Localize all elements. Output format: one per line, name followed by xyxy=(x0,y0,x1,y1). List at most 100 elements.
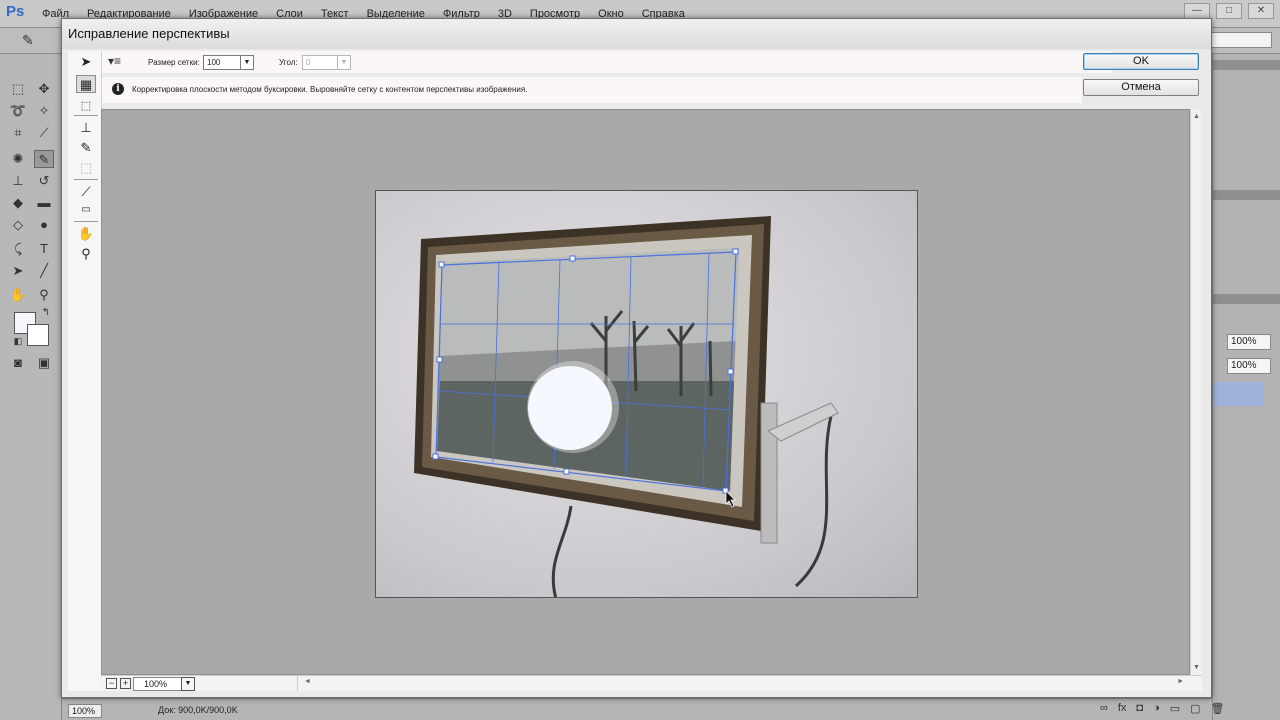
cable xyxy=(794,415,833,588)
type-icon[interactable]: T xyxy=(34,240,54,258)
dialog-options-bar: ▾≡ Размер сетки: 100 ▼ Угол: 0 ▼ xyxy=(102,51,1112,73)
ok-button[interactable]: OK xyxy=(1083,53,1199,70)
create-plane-tool-icon[interactable]: ▦ xyxy=(76,75,96,93)
scroll-right-icon[interactable]: ► xyxy=(1177,678,1184,685)
zoom-icon[interactable]: ⚲ xyxy=(34,286,54,304)
artwork-sky xyxy=(440,248,739,356)
zoom-in-button[interactable]: + xyxy=(120,678,131,689)
grid-size-value: 100 xyxy=(207,58,221,67)
photo-content xyxy=(414,216,839,597)
info-icon: i xyxy=(112,83,124,95)
eyedropper-tool-icon[interactable]: ⟋ xyxy=(76,183,96,201)
blur-icon[interactable]: ◇ xyxy=(8,216,28,234)
dialog-titlebar[interactable]: Исправление перспективы xyxy=(62,19,1211,49)
fill-field[interactable]: 100% xyxy=(1227,358,1271,374)
chevron-down-icon[interactable]: ▼ xyxy=(181,677,195,691)
lasso-icon[interactable]: ➰ xyxy=(8,102,28,120)
brush-icon[interactable]: ✎ xyxy=(22,32,38,48)
window-controls: — □ ✕ xyxy=(1184,3,1274,19)
eyedropper-icon[interactable]: ⟋ xyxy=(34,124,54,142)
maximize-button[interactable]: □ xyxy=(1216,3,1242,19)
zoom-tool-icon[interactable]: ⚲ xyxy=(76,245,96,263)
magic-wand-icon[interactable]: ✧ xyxy=(34,102,54,120)
panel-header xyxy=(1213,60,1280,70)
angle-label: Угол: xyxy=(279,58,298,67)
menu-icon[interactable]: ▾≡ xyxy=(108,54,121,68)
toolbar-divider xyxy=(74,179,98,180)
default-colors-icon[interactable]: ◧ xyxy=(8,332,28,350)
dialog-title: Исправление перспективы xyxy=(68,26,230,41)
minimize-button[interactable]: — xyxy=(1184,3,1210,19)
document-status-bar: 100% Док: 900,0K/900,0K xyxy=(62,698,1212,720)
document-size-info: Док: 900,0K/900,0K xyxy=(158,705,238,715)
photoshop-logo: Ps xyxy=(6,3,25,20)
layer-panel-actions: ∞ fx ◘ ◑ ▭ ▢ 🗑 xyxy=(1100,702,1225,715)
gradient-icon[interactable]: ▬ xyxy=(34,194,54,212)
swap-colors-icon[interactable]: ↰ xyxy=(36,304,56,322)
move-icon[interactable]: ✥ xyxy=(34,80,54,98)
adjustment-icon[interactable]: ◑ xyxy=(1153,702,1160,715)
panel-header xyxy=(1213,190,1280,200)
marquee-tool-icon[interactable]: ⬚ xyxy=(76,97,96,115)
preview-canvas[interactable] xyxy=(101,109,1190,675)
stamp-icon[interactable]: ⊥ xyxy=(8,172,28,190)
healing-icon[interactable]: ✺ xyxy=(8,150,28,168)
dodge-icon[interactable]: ● xyxy=(34,216,54,234)
ruler-tool-icon[interactable]: ▭ xyxy=(76,201,96,219)
grid-size-select[interactable]: 100 ▼ xyxy=(203,55,254,70)
panel-header xyxy=(1213,294,1280,304)
brush-tool-icon[interactable]: ✎ xyxy=(76,139,96,157)
vertical-scrollbar[interactable]: ▲ ▼ xyxy=(1190,109,1202,675)
document-zoom[interactable]: 100% xyxy=(68,704,102,718)
hand-icon[interactable]: ✋ xyxy=(8,286,28,304)
info-bar: i Корректировка плоскости методом буксир… xyxy=(102,77,1082,103)
crop-icon[interactable]: ⌗ xyxy=(8,124,28,142)
chevron-down-icon[interactable]: ▼ xyxy=(337,56,350,69)
link-icon[interactable]: ∞ xyxy=(1100,702,1108,715)
perspective-dialog: Исправление перспективы ➤ ▦ ⬚ ⊥ ✎ ⬚ ⟋ ▭ … xyxy=(61,18,1212,698)
angle-select[interactable]: 0 ▼ xyxy=(302,55,351,70)
tools-panel: ⬚ ✥ ➰ ✧ ⌗ ⟋ ✺ ✎ ⊥ ↺ ◆ ▬ ◇ ● ⤹ T ➤ ╱ ✋ ⚲ … xyxy=(0,54,62,720)
preview-image[interactable] xyxy=(375,190,918,598)
history-brush-icon[interactable]: ↺ xyxy=(34,172,54,190)
selected-layer-row[interactable] xyxy=(1213,382,1263,406)
eraser-icon[interactable]: ◆ xyxy=(8,194,28,212)
screen-mode-icon[interactable]: ▣ xyxy=(34,354,54,372)
hand-tool-icon[interactable]: ✋ xyxy=(76,225,96,243)
info-text: Корректировка плоскости методом буксиров… xyxy=(132,85,528,94)
cursor-spot xyxy=(528,366,612,450)
new-layer-icon[interactable]: ▢ xyxy=(1190,702,1200,715)
cable xyxy=(551,505,573,597)
background-color-swatch[interactable] xyxy=(27,324,49,346)
scroll-left-icon[interactable]: ◄ xyxy=(304,678,311,685)
zoom-bar: − + 100% ▼ ◄ ► xyxy=(101,675,1202,691)
grid-size-label: Размер сетки: xyxy=(148,58,200,67)
zoom-input[interactable]: 100% xyxy=(133,677,183,691)
right-panels: 100% 100% xyxy=(1212,54,1280,720)
cancel-button[interactable]: Отмена xyxy=(1083,79,1199,96)
chevron-down-icon[interactable]: ▼ xyxy=(240,56,253,69)
horizontal-scrollbar[interactable]: ◄ ► xyxy=(297,676,1190,691)
toolbar-divider xyxy=(74,115,98,116)
pen-icon[interactable]: ⤹ xyxy=(8,240,28,258)
folder-icon[interactable]: ▭ xyxy=(1170,702,1180,715)
zoom-out-button[interactable]: − xyxy=(106,678,117,689)
close-button[interactable]: ✕ xyxy=(1248,3,1274,19)
scroll-up-icon[interactable]: ▲ xyxy=(1193,113,1200,120)
brush-tool-icon[interactable]: ✎ xyxy=(34,150,54,168)
dialog-toolbar: ➤ ▦ ⬚ ⊥ ✎ ⬚ ⟋ ▭ ✋ ⚲ xyxy=(68,51,102,691)
transform-tool-icon[interactable]: ⬚ xyxy=(76,159,96,177)
line-icon[interactable]: ╱ xyxy=(34,262,54,280)
scroll-down-icon[interactable]: ▼ xyxy=(1193,664,1200,671)
edit-plane-tool-icon[interactable]: ➤ xyxy=(76,53,96,71)
fx-icon[interactable]: fx xyxy=(1118,702,1127,715)
stamp-tool-icon[interactable]: ⊥ xyxy=(76,119,96,137)
workspace-select[interactable] xyxy=(1202,32,1272,48)
marquee-icon[interactable]: ⬚ xyxy=(8,80,28,98)
path-select-icon[interactable]: ➤ xyxy=(8,262,28,280)
trash-icon[interactable]: 🗑 xyxy=(1211,702,1225,715)
mask-icon[interactable]: ◘ xyxy=(1136,702,1143,715)
quick-mask-icon[interactable]: ◙ xyxy=(8,354,28,372)
toolbar-divider xyxy=(74,221,98,222)
opacity-field[interactable]: 100% xyxy=(1227,334,1271,350)
